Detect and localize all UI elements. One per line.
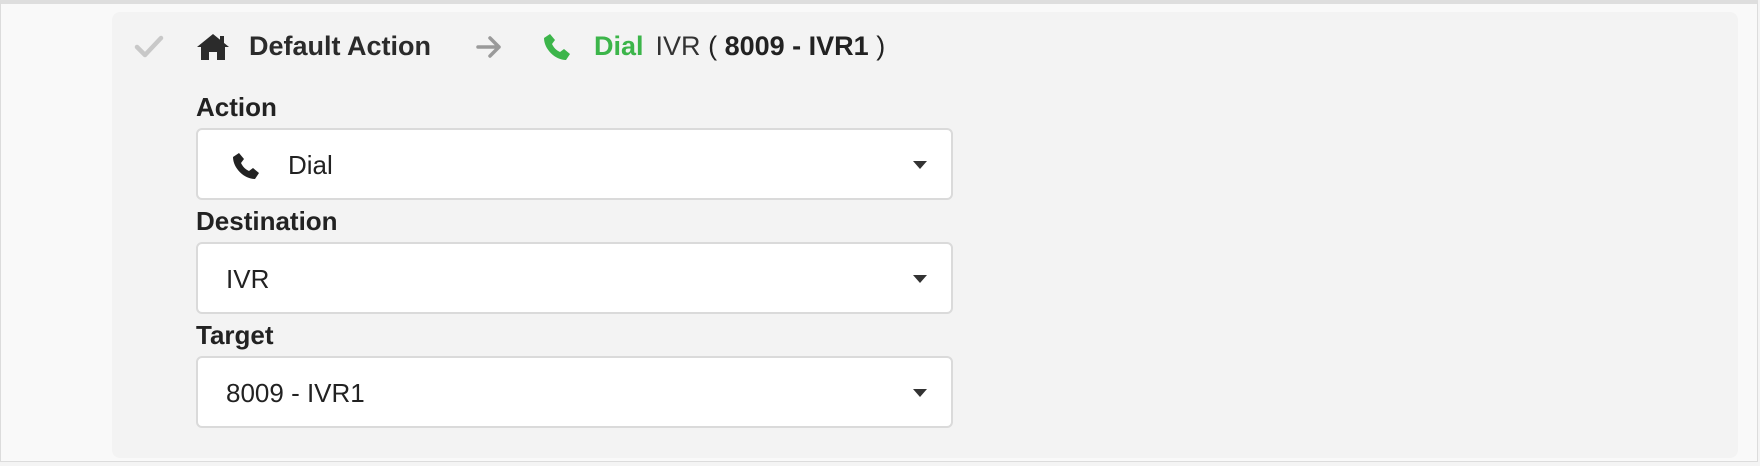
target-select[interactable]: 8009 - IVR1 <box>196 356 953 428</box>
home-icon <box>197 34 229 60</box>
summary-action: Dial <box>594 31 644 61</box>
arrow-right-icon <box>476 36 501 58</box>
target-select-value: 8009 - IVR1 <box>226 378 365 408</box>
chevron-down-icon[interactable] <box>913 275 927 283</box>
header-title: Default Action <box>249 31 431 61</box>
chevron-down-icon[interactable] <box>913 161 927 169</box>
destination-select-value: IVR <box>226 264 270 294</box>
check-icon[interactable] <box>134 34 164 60</box>
summary-destination: IVR <box>655 31 701 61</box>
destination-label: Destination <box>196 206 338 236</box>
summary-target: 8009 - IVR1 <box>724 31 869 61</box>
phone-icon <box>544 34 570 60</box>
phone-icon <box>233 153 259 179</box>
action-select[interactable]: Dial <box>196 128 953 200</box>
target-label: Target <box>196 320 274 350</box>
destination-select[interactable]: IVR <box>196 242 953 314</box>
action-label: Action <box>196 92 277 122</box>
chevron-down-icon[interactable] <box>913 389 927 397</box>
summary-close-paren: ) <box>876 31 886 61</box>
action-summary: Dial IVR ( 8009 - IVR1 ) <box>594 31 885 62</box>
action-select-value: Dial <box>288 150 333 180</box>
summary-open-paren: ( <box>708 31 718 61</box>
